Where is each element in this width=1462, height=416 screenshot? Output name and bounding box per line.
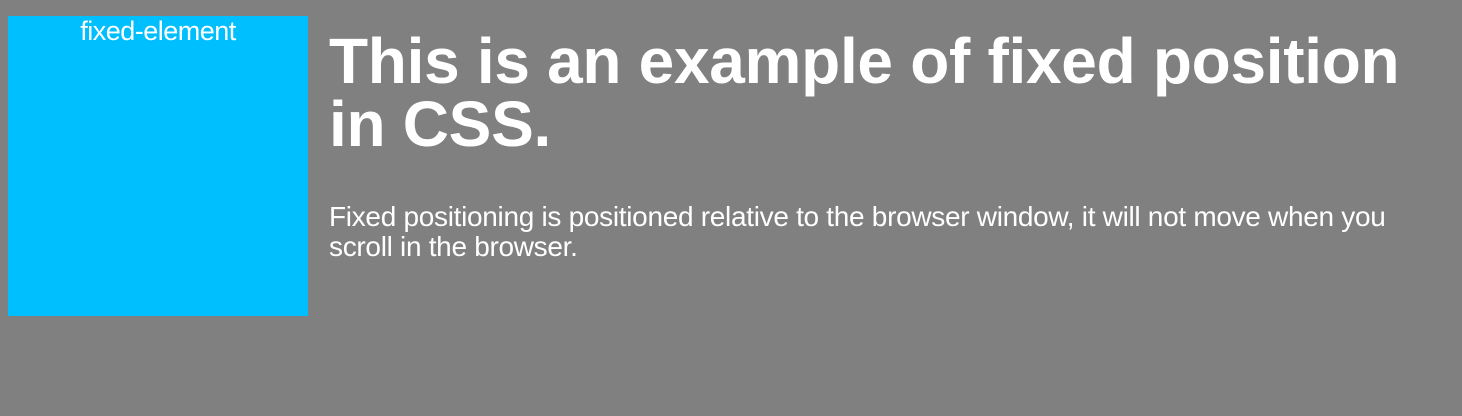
main-content: This is an example of fixed position in … [329,25,1439,262]
fixed-element-label: fixed-element [80,16,236,46]
page: fixed-element This is an example of fixe… [0,0,1462,416]
description-paragraph: Fixed positioning is positioned relative… [329,201,1386,262]
page-heading: This is an example of fixed position in … [329,25,1400,160]
fixed-element-box: fixed-element [8,16,308,316]
